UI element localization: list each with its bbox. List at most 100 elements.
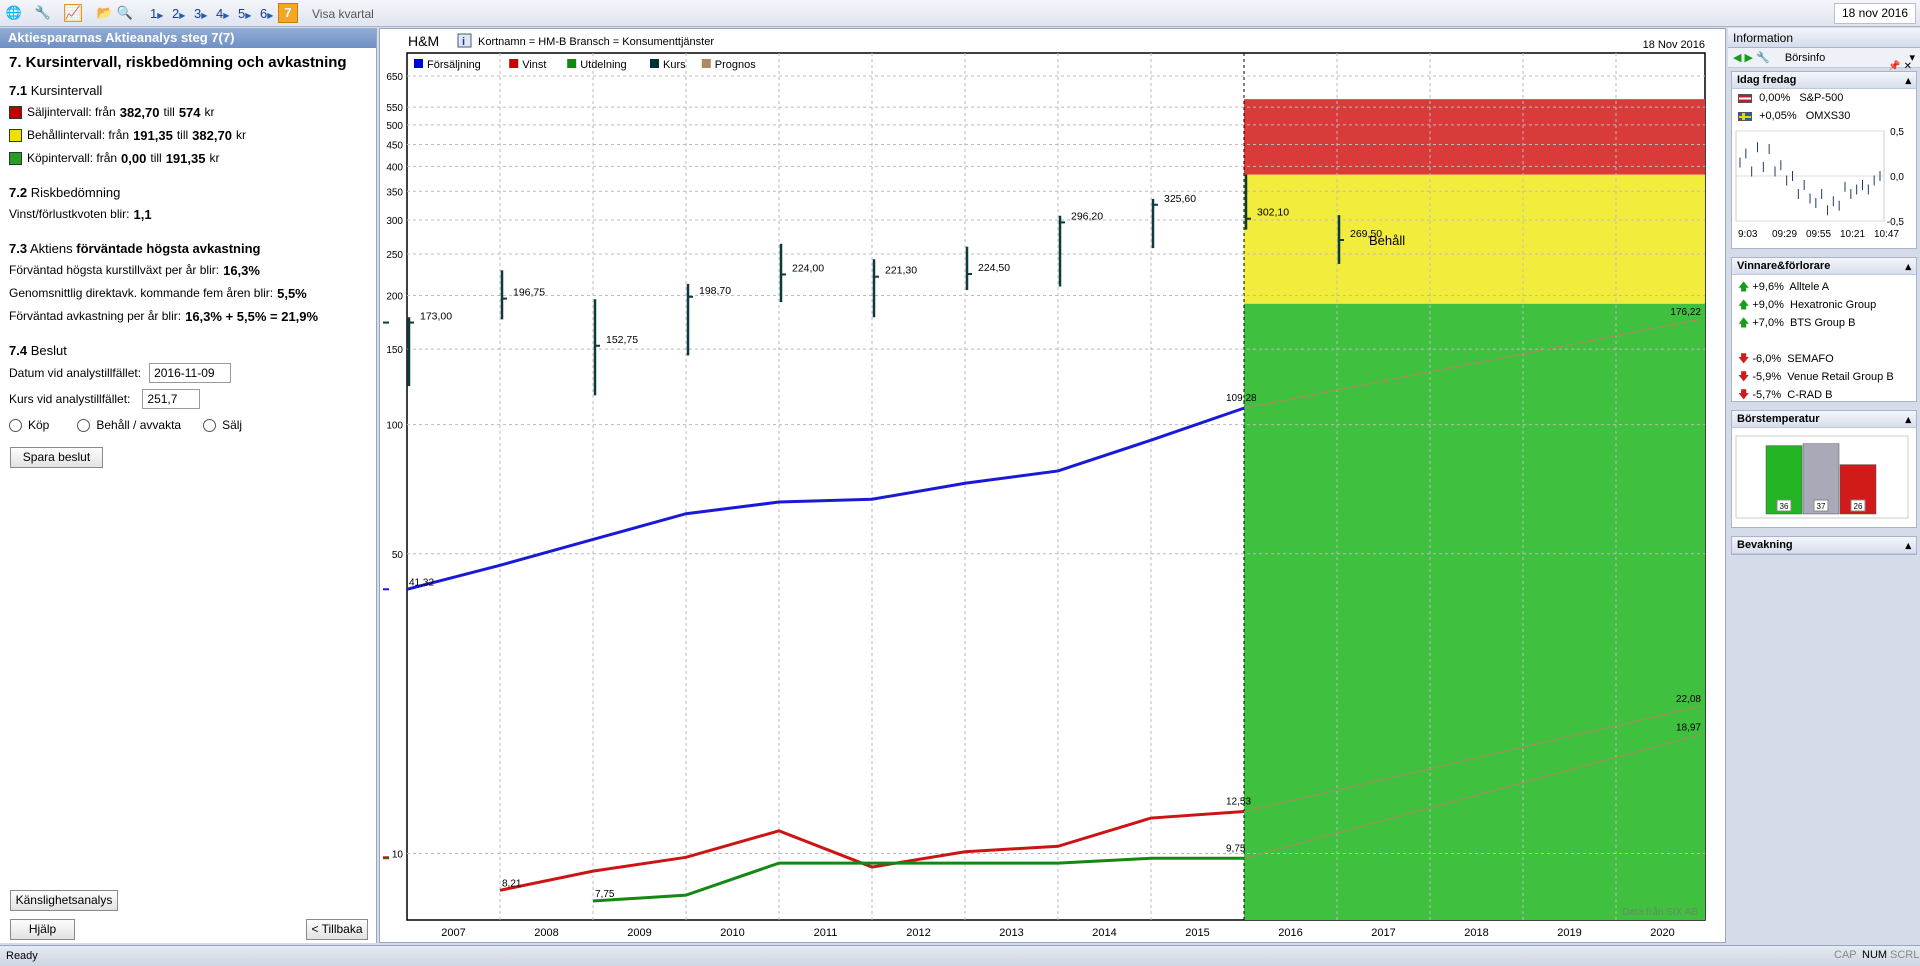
radio-kop[interactable]: Köp [9, 418, 49, 432]
stock-name: Alltele A [1789, 281, 1830, 293]
y-tick-label: 300 [386, 216, 403, 227]
num-indicator: NUM [1862, 949, 1888, 961]
step-5-button[interactable]: 5▶ [238, 6, 251, 21]
loser-row[interactable]: 🡇 -5,9% Venue Retail Group B [1732, 365, 1916, 383]
section-avkastning: 7.3 Aktiens förväntade högsta avkastning… [9, 241, 367, 325]
x-tick-label: 2015 [1185, 927, 1209, 939]
loser-row[interactable]: 🡇 -6,0% SEMAFO [1732, 347, 1916, 365]
section-heading: 7.3 Aktiens förväntade högsta avkastning [9, 241, 367, 256]
globe-icon[interactable]: 🌐 [5, 4, 23, 22]
radio-behall[interactable]: Behåll / avvakta [77, 418, 181, 432]
kurs-input[interactable] [142, 389, 201, 409]
info-panel: Information 📌 ✕ ◀ ▶ 🔧 Börsinfo ▾ Idag fr… [1728, 28, 1920, 943]
kurs-label: 173,00 [420, 311, 452, 323]
range-unit: kr [209, 151, 220, 165]
folder-open-icon[interactable]: 📂 [96, 4, 114, 22]
idag-title: Idag fredag [1737, 74, 1797, 86]
mini-x-label: 09:29 [1772, 229, 1797, 240]
winner-row[interactable]: 🡅 +9,0% Hexatronic Group [1732, 293, 1916, 311]
forward-nav-icon[interactable]: ▶ [1745, 52, 1753, 64]
status-text: Ready [6, 950, 38, 962]
stock-name: Hexatronic Group [1790, 299, 1877, 311]
radio-salj[interactable]: Sälj [203, 418, 242, 432]
back-button[interactable]: < Tillbaka [306, 919, 368, 940]
caps-indicator: CAP [1834, 949, 1857, 961]
collapse-icon[interactable]: ▴ [1905, 260, 1911, 273]
preview-icon[interactable]: 🔍 [116, 4, 134, 22]
chart-add-icon[interactable]: 📈 [64, 4, 82, 22]
row-prefix: Behållintervall: från [27, 128, 130, 142]
settings-icon[interactable]: 🔧 [1756, 52, 1770, 64]
mini-x-label: 10:21 [1840, 229, 1865, 240]
index-row-sp500[interactable]: 0,00% S&P-500 [1732, 89, 1916, 107]
x-tick-label: 2012 [906, 927, 930, 939]
kurs-label: 296,20 [1071, 210, 1103, 222]
analysis-panel: Aktiespararnas Aktieanalys steg 7(7) 7. … [0, 28, 377, 943]
intraday-chart: 0,5 0,0 -0,5 9:03 09:29 09:55 10:21 10:47 [1735, 127, 1904, 240]
bevakning-box: Bevakning ▴ [1731, 536, 1917, 555]
wrench-icon[interactable]: 🔧 [34, 4, 52, 22]
section-label: Aktiens [29, 241, 73, 256]
x-tick-label: 2011 [814, 927, 838, 939]
behallintervall-row: Behållintervall: från 191,35 till 382,70… [9, 126, 367, 144]
range-mid: till [176, 128, 189, 142]
borsinfo-select[interactable]: Börsinfo [1785, 52, 1825, 64]
legend-swatch [567, 59, 577, 68]
collapse-icon[interactable]: ▴ [1905, 539, 1911, 552]
mini-x-label: 10:47 [1874, 229, 1899, 240]
section-number: 7.2 [9, 185, 28, 200]
section-heading: 7.2 Riskbedömning [9, 185, 367, 200]
radio-label: Behåll / avvakta [96, 418, 182, 432]
range-unit: kr [204, 105, 215, 119]
step-2-button[interactable]: 2▶ [172, 6, 185, 21]
y-tick-label: 10 [392, 850, 404, 861]
toolbar: 🌐 🔧 📈 📂 🔍 1▶ 2▶ 3▶ 4▶ 5▶ 6▶ 7 Visa kvart… [0, 0, 1920, 27]
temp-header[interactable]: Börstemperatur ▴ [1732, 411, 1916, 428]
collapse-icon[interactable]: ▴ [1905, 74, 1911, 87]
pin-icon[interactable]: 📌 ✕ [1888, 61, 1912, 72]
arrow-down-icon: 🡇 [1738, 371, 1750, 383]
x-tick-label: 2020 [1650, 927, 1674, 939]
winners-losers-box: Vinnare&förlorare ▴ 🡅 +9,6% Alltele A 🡅 +… [1731, 257, 1917, 402]
kurs-label: 224,50 [978, 262, 1010, 274]
step-6-button[interactable]: 6▶ [260, 6, 273, 21]
se-flag-icon [1738, 111, 1752, 121]
datum-input[interactable] [149, 363, 232, 383]
step-4-button[interactable]: 4▶ [216, 6, 229, 21]
winner-row[interactable]: 🡅 +7,0% BTS Group B [1732, 311, 1916, 329]
index-row-omxs30[interactable]: +0,05% OMXS30 [1732, 107, 1916, 125]
collapse-icon[interactable]: ▴ [1905, 413, 1911, 426]
range-mid: till [163, 105, 175, 119]
sensitivity-analysis-button[interactable]: Känslighetsanalys [10, 890, 118, 911]
index-name: S&P-500 [1799, 92, 1844, 104]
section-beslut: 7.4 Beslut Datum vid analystillfället: K… [9, 343, 367, 434]
y-tick-label: 450 [386, 140, 403, 151]
chart-date: 18 Nov 2016 [1643, 39, 1705, 51]
back-nav-icon[interactable]: ◀ [1733, 52, 1741, 64]
row-value: 16,3% + 5,5% = 21,9% [185, 308, 319, 324]
idag-header[interactable]: Idag fredag ▴ [1732, 72, 1916, 89]
legend-label: Försäljning [427, 59, 481, 71]
step-1-button[interactable]: 1▶ [150, 6, 163, 21]
stock-name: C-RAD B [1787, 389, 1833, 401]
row-prefix: Säljintervall: från [27, 105, 116, 119]
x-tick-label: 2008 [534, 927, 558, 939]
winner-row[interactable]: 🡅 +9,6% Alltele A [1732, 275, 1916, 293]
visa-kvartal-button[interactable]: Visa kvartal [312, 7, 374, 21]
row-text: Förväntad avkastning per år blir: [9, 309, 182, 323]
vinstforlust-row: Vinst/förlustkvoten blir: 1,1 [9, 205, 367, 223]
save-decision-button[interactable]: Spara beslut [10, 447, 103, 468]
temperature-chart: 36 37 26 [1735, 435, 1909, 519]
bevakning-header[interactable]: Bevakning ▴ [1732, 537, 1916, 554]
kurstillvaxt-row: Förväntad högsta kurstillväxt per år bli… [9, 261, 367, 279]
change-value: -5,9% [1752, 371, 1782, 383]
winners-header[interactable]: Vinnare&förlorare ▴ [1732, 258, 1916, 275]
row-value: 1,1 [133, 206, 152, 222]
us-flag-icon [1738, 93, 1752, 103]
help-button[interactable]: Hjälp [10, 919, 75, 940]
step-7-button[interactable]: 7 [278, 3, 298, 23]
range-to: 191,35 [165, 150, 206, 166]
step-3-button[interactable]: 3▶ [194, 6, 207, 21]
analysis-chart[interactable]: H&M i Kortnamn = HM-B Bransch = Konsumentt… [380, 29, 1727, 944]
y-tick-label: 250 [386, 250, 403, 261]
